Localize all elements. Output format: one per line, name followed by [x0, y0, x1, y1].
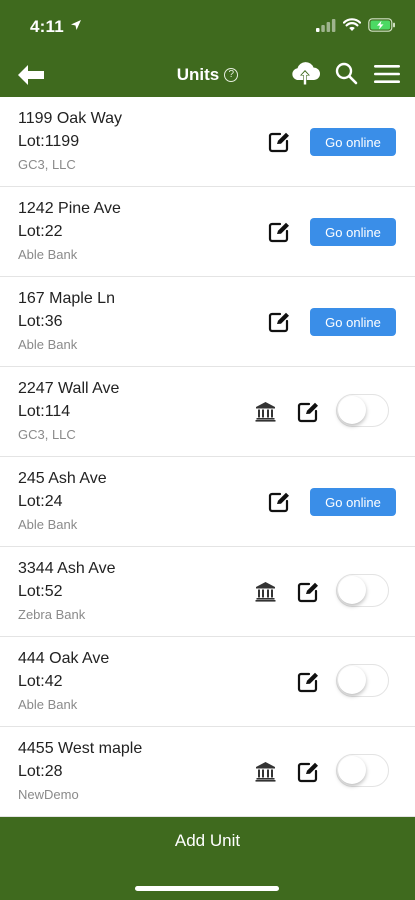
unit-lot: Lot:42: [18, 673, 63, 690]
unit-row[interactable]: 245 Ash Ave Lot:24 Able Bank Go online: [0, 457, 415, 547]
help-icon[interactable]: ?: [224, 67, 239, 82]
unit-address: 1242 Pine Ave: [18, 200, 121, 217]
wifi-icon: [343, 18, 361, 31]
edit-unit-button[interactable]: [268, 221, 290, 243]
back-button[interactable]: [14, 60, 48, 90]
unit-address: 4455 West maple: [18, 740, 143, 757]
cloud-upload-button[interactable]: [289, 60, 321, 88]
online-toggle[interactable]: [336, 394, 389, 427]
unit-row[interactable]: 1199 Oak Way Lot:1199 GC3, LLC Go online: [0, 97, 415, 187]
edit-unit-button[interactable]: [297, 581, 319, 603]
edit-icon: [297, 762, 318, 783]
unit-lot: Lot:24: [18, 493, 63, 510]
unit-bank-name: NewDemo: [18, 787, 79, 802]
unit-address: 2247 Wall Ave: [18, 380, 120, 397]
edit-unit-button[interactable]: [297, 401, 319, 423]
unit-row[interactable]: 3344 Ash Ave Lot:52 Zebra Bank: [0, 547, 415, 637]
toggle-knob: [338, 396, 366, 424]
bank-icon: [255, 402, 276, 422]
unit-address: 245 Ash Ave: [18, 470, 107, 487]
cellular-signal-icon: [316, 19, 336, 32]
online-toggle[interactable]: [336, 574, 389, 607]
add-unit-button[interactable]: Add Unit: [0, 817, 415, 865]
unit-bank-name: Able Bank: [18, 247, 78, 262]
edit-icon: [297, 672, 318, 693]
location-arrow-icon: [71, 20, 81, 30]
bank-indicator: [255, 401, 276, 422]
online-toggle[interactable]: [336, 664, 389, 697]
go-online-button[interactable]: Go online: [310, 218, 396, 246]
unit-lot: Lot:52: [18, 583, 63, 600]
edit-unit-button[interactable]: [297, 761, 319, 783]
unit-row[interactable]: 2247 Wall Ave Lot:114 GC3, LLC: [0, 367, 415, 457]
edit-unit-button[interactable]: [297, 671, 319, 693]
unit-lot: Lot:22: [18, 223, 63, 240]
battery-charging-icon: [368, 18, 395, 32]
unit-bank-name: GC3, LLC: [18, 157, 76, 172]
edit-icon: [268, 222, 289, 243]
unit-bank-name: Able Bank: [18, 337, 78, 352]
edit-icon: [268, 312, 289, 333]
edit-icon: [297, 402, 318, 423]
bank-indicator: [255, 761, 276, 782]
unit-row[interactable]: 167 Maple Ln Lot:36 Able Bank Go online: [0, 277, 415, 367]
menu-button[interactable]: [373, 64, 401, 86]
navigation-bar: Units ?: [0, 52, 415, 97]
unit-list: 1199 Oak Way Lot:1199 GC3, LLC Go online 124…: [0, 97, 415, 817]
unit-row[interactable]: 1242 Pine Ave Lot:22 Able Bank Go online: [0, 187, 415, 277]
home-indicator: [135, 886, 279, 891]
unit-bank-name: GC3, LLC: [18, 427, 76, 442]
page-title: Units: [176, 64, 220, 84]
status-time: 4:11: [30, 17, 64, 36]
hamburger-menu-icon: [374, 65, 400, 83]
bank-icon: [255, 762, 276, 782]
unit-bank-name: Able Bank: [18, 697, 78, 712]
unit-row[interactable]: 444 Oak Ave Lot:42 Able Bank: [0, 637, 415, 727]
online-toggle[interactable]: [336, 754, 389, 787]
unit-lot: Lot:114: [18, 403, 71, 420]
unit-lot: Lot:1199: [18, 133, 80, 150]
app-header: 4:11 Units ?: [0, 0, 415, 97]
arrow-left-icon: [18, 65, 44, 85]
toggle-knob: [338, 756, 366, 784]
edit-unit-button[interactable]: [268, 491, 290, 513]
go-online-button[interactable]: Go online: [310, 488, 396, 516]
go-online-button[interactable]: Go online: [310, 128, 396, 156]
edit-icon: [268, 132, 289, 153]
bank-indicator: [255, 581, 276, 602]
unit-row[interactable]: 4455 West maple Lot:28 NewDemo: [0, 727, 415, 817]
search-button[interactable]: [334, 61, 358, 87]
unit-lot: Lot:36: [18, 313, 63, 330]
unit-bank-name: Zebra Bank: [18, 607, 86, 622]
unit-address: 3344 Ash Ave: [18, 560, 116, 577]
edit-icon: [268, 492, 289, 513]
unit-lot: Lot:28: [18, 763, 63, 780]
unit-address: 1199 Oak Way: [18, 110, 123, 127]
edit-unit-button[interactable]: [268, 311, 290, 333]
unit-address: 167 Maple Ln: [18, 290, 115, 307]
bank-icon: [255, 582, 276, 602]
toggle-knob: [338, 576, 366, 604]
toggle-knob: [338, 666, 366, 694]
cloud-upload-icon: [292, 62, 321, 85]
unit-bank-name: Able Bank: [18, 517, 78, 532]
unit-address: 444 Oak Ave: [18, 650, 110, 667]
go-online-button[interactable]: Go online: [310, 308, 396, 336]
edit-icon: [297, 582, 318, 603]
status-bar: 4:11: [0, 0, 415, 52]
search-icon: [335, 62, 358, 85]
bottom-bar: Add Unit: [0, 817, 415, 900]
edit-unit-button[interactable]: [268, 131, 290, 153]
